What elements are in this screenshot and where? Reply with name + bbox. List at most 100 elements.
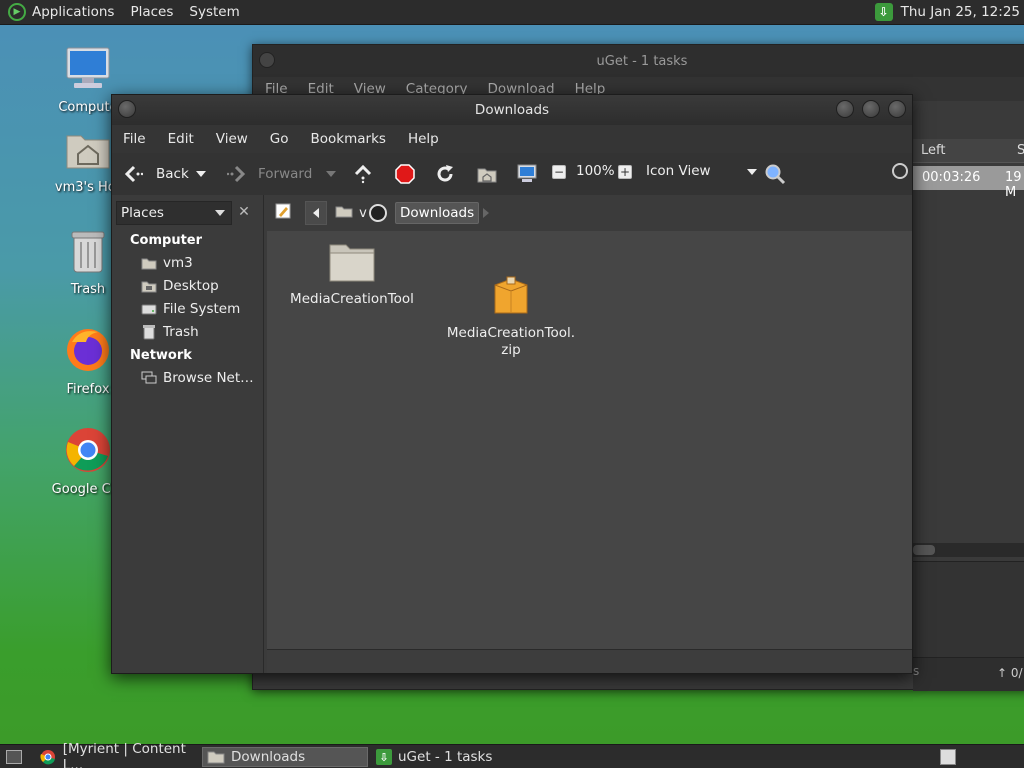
forward-history-dropdown[interactable] <box>326 171 336 177</box>
sidebar-type-value: Places <box>121 205 164 221</box>
reload-icon <box>434 163 456 185</box>
view-mode-value: Icon View <box>646 163 711 179</box>
search-icon <box>764 163 786 185</box>
show-desktop-button[interactable] <box>2 747 28 767</box>
zoom-level[interactable]: 100% <box>576 163 615 179</box>
home-icon <box>335 204 353 222</box>
show-desktop-icon <box>6 750 22 764</box>
taskbar-item-downloads[interactable]: Downloads <box>202 747 368 767</box>
toolbar: Back Forward − 100% + Icon View <box>112 153 912 195</box>
uget-icon: ⇩ <box>376 749 392 765</box>
taskbar-item-label: [Myrient | Content L... <box>62 741 186 768</box>
chevron-left-icon <box>313 208 319 218</box>
computer-icon <box>38 46 138 96</box>
zoom-in-button[interactable]: + <box>618 165 632 179</box>
computer-icon <box>516 163 538 185</box>
computer-heading: Computer <box>130 233 203 248</box>
computer-button[interactable] <box>516 163 538 185</box>
drive-icon <box>140 301 158 317</box>
throbber-icon <box>892 163 908 179</box>
back-history-dropdown[interactable] <box>196 171 206 177</box>
network-heading: Network <box>130 348 192 363</box>
uget-titlebar[interactable]: uGet - 1 tasks <box>253 45 1024 77</box>
path-home-button[interactable]: v <box>333 201 389 225</box>
file-view[interactable]: MediaCreationTool MediaCreationTool. zip <box>267 231 912 649</box>
folder-icon <box>207 749 225 765</box>
system-menu[interactable]: System <box>189 4 249 20</box>
trash-icon <box>140 324 158 340</box>
uget-title: uGet - 1 tasks <box>596 53 688 69</box>
forward-arrow-icon <box>226 163 248 185</box>
chevron-down-icon <box>326 171 336 177</box>
sidebar-item-label: Browse Net… <box>163 370 254 386</box>
menu-bookmarks[interactable]: Bookmarks <box>300 131 397 147</box>
zoom-in-icon: + <box>618 165 632 179</box>
home-icon <box>140 255 158 271</box>
chevron-right-icon <box>483 208 489 218</box>
path-downloads-button[interactable]: Downloads <box>395 202 480 224</box>
archive-icon <box>487 258 535 314</box>
scroll-thumb[interactable] <box>913 545 935 555</box>
search-button[interactable] <box>764 163 786 185</box>
menu-view[interactable]: View <box>205 131 259 147</box>
view-mode-select[interactable]: Icon View <box>646 163 757 179</box>
sidebar-item-file-system[interactable]: File System <box>140 301 240 317</box>
sidebar-item-trash[interactable]: Trash <box>140 324 199 340</box>
sidebar-item-browse-network[interactable]: Browse Net… <box>140 370 254 386</box>
downloads-titlebar[interactable]: Downloads <box>112 95 912 125</box>
zoom-value: 100% <box>576 163 615 179</box>
chevron-down-icon <box>196 171 206 177</box>
forward-button[interactable]: Forward <box>226 163 312 185</box>
statusbar <box>267 649 912 673</box>
window-menu-button[interactable] <box>118 100 136 118</box>
sidebar-item-label: vm3 <box>163 255 193 271</box>
menu-go[interactable]: Go <box>259 131 300 147</box>
taskbar-item-uget[interactable]: ⇩ uGet - 1 tasks <box>372 747 542 767</box>
uget-col-size[interactable]: S <box>1017 143 1024 158</box>
file-item[interactable]: MediaCreationTool. zip <box>441 241 581 359</box>
reload-button[interactable] <box>434 163 456 185</box>
chevron-down-icon <box>746 169 757 175</box>
path-home-label: v <box>359 205 367 221</box>
workspace-switcher[interactable] <box>936 747 962 767</box>
clock[interactable]: Thu Jan 25, 12:25 <box>901 4 1020 20</box>
uget-col-left[interactable]: Left <box>921 143 945 158</box>
path-scroll-right-button[interactable] <box>479 201 493 225</box>
zoom-out-icon: − <box>552 165 566 179</box>
applications-menu[interactable]: Applications <box>32 4 124 20</box>
workspace-icon <box>940 749 956 765</box>
file-item[interactable]: MediaCreationTool <box>282 241 422 308</box>
sidebar-type-select[interactable]: Places <box>116 201 232 225</box>
toggle-location-entry-button[interactable] <box>271 201 295 225</box>
close-sidebar-button[interactable]: ✕ <box>236 204 252 220</box>
menu-file[interactable]: File <box>112 131 157 147</box>
home-button[interactable] <box>476 163 498 185</box>
path-scroll-left-button[interactable] <box>305 201 327 225</box>
location-bar: v Downloads <box>267 195 912 231</box>
maximize-button[interactable] <box>862 100 880 118</box>
places-menu[interactable]: Places <box>130 4 183 20</box>
minimize-button[interactable] <box>836 100 854 118</box>
chrome-icon <box>40 749 57 765</box>
uget-upload-speed: ↑ 0/ <box>997 666 1023 680</box>
stop-button[interactable] <box>394 163 416 185</box>
sidebar-item-label: File System <box>163 301 241 317</box>
uget-tray-icon[interactable]: ⇩ <box>874 3 893 21</box>
close-button[interactable] <box>888 100 906 118</box>
downloads-menubar: File Edit View Go Bookmarks Help <box>112 125 912 153</box>
downloads-window[interactable]: Downloads File Edit View Go Bookmarks He… <box>111 94 913 674</box>
mate-logo-icon[interactable]: ▶ <box>8 3 26 21</box>
menu-help[interactable]: Help <box>397 131 450 147</box>
back-arrow-icon <box>122 163 144 185</box>
zoom-out-button[interactable]: − <box>552 165 566 179</box>
menu-edit[interactable]: Edit <box>157 131 205 147</box>
window-title: Downloads <box>474 102 550 118</box>
uget-hscrollbar[interactable] <box>913 543 1024 557</box>
window-menu-button[interactable] <box>259 52 275 68</box>
up-button[interactable] <box>352 163 374 185</box>
sidebar-item-vm3[interactable]: vm3 <box>140 255 193 271</box>
sidebar-item-desktop[interactable]: Desktop <box>140 278 219 294</box>
back-button[interactable]: Back <box>122 163 189 185</box>
taskbar-item-myrient[interactable]: [Myrient | Content L... <box>36 741 200 768</box>
taskbar-item-label: Downloads <box>231 749 306 765</box>
